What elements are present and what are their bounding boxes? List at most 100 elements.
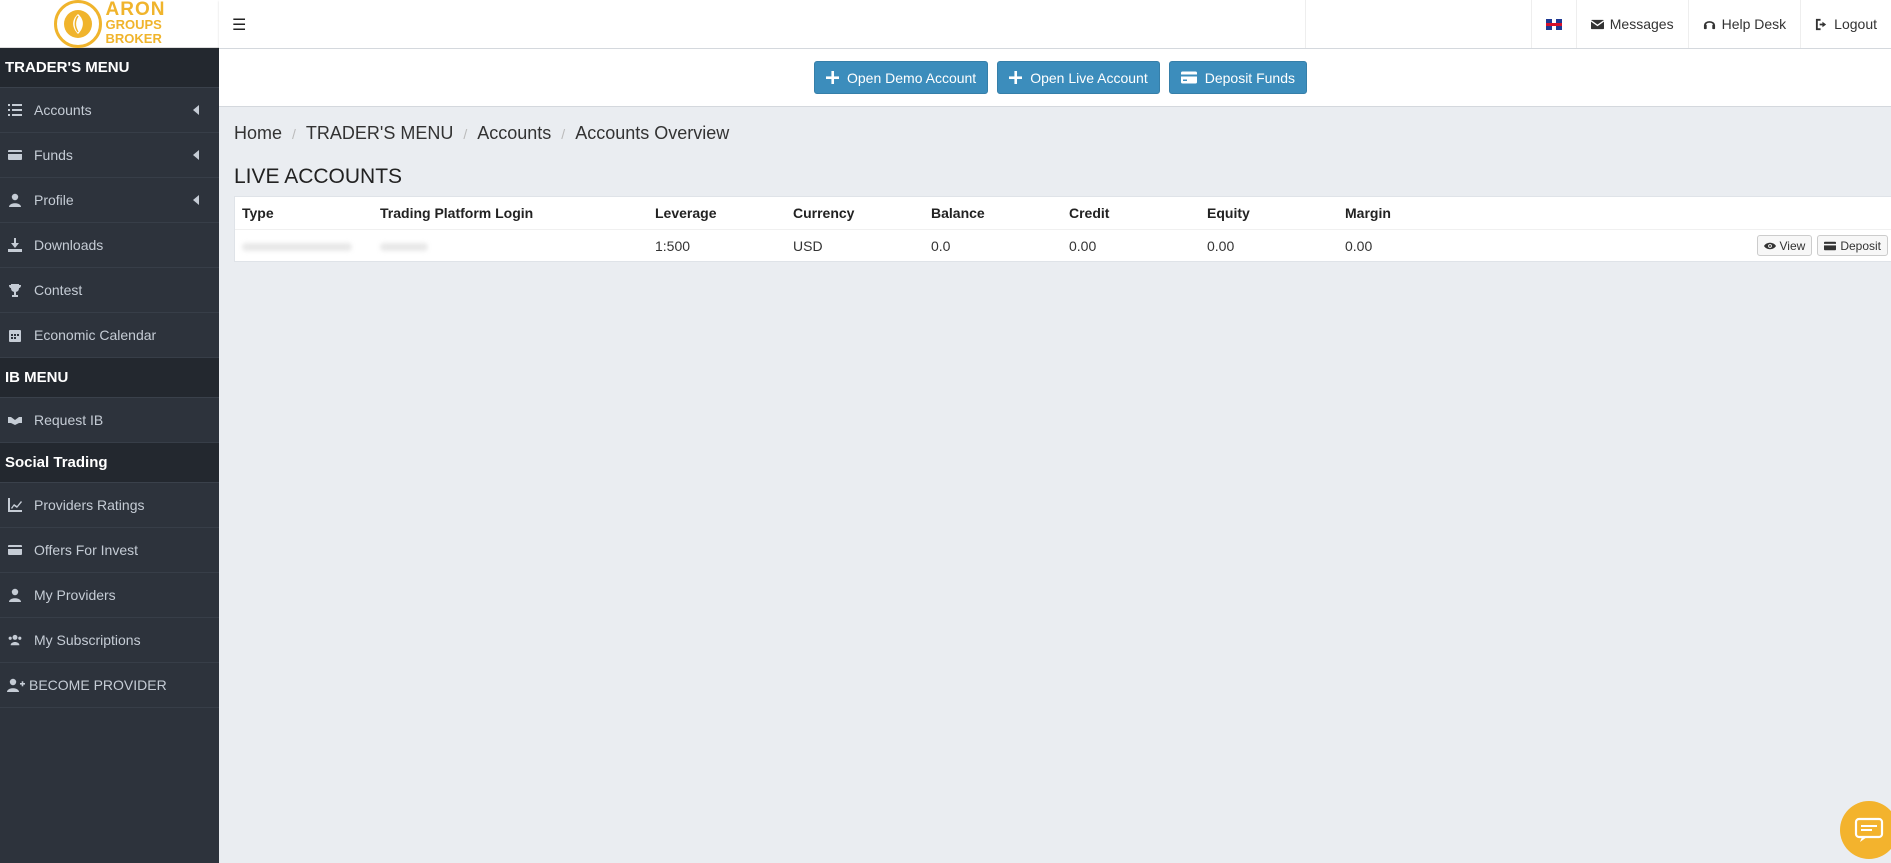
brand-logo[interactable]: ARON GROUPS BROKER bbox=[53, 0, 166, 48]
breadcrumb-separator: / bbox=[463, 125, 468, 142]
column-header-balance: Balance bbox=[931, 205, 985, 221]
deposit-funds-label: Deposit Funds bbox=[1204, 69, 1295, 86]
sidebar-item-my-providers[interactable]: My Providers bbox=[0, 573, 219, 618]
breadcrumb-separator: / bbox=[561, 125, 566, 142]
plus-icon bbox=[826, 71, 839, 84]
sidebar-item-accounts[interactable]: Accounts bbox=[0, 88, 219, 133]
view-label: View bbox=[1779, 238, 1806, 253]
sidebar-item-become-provider[interactable]: BECOME PROVIDER bbox=[0, 663, 219, 708]
breadcrumb-home[interactable]: Home bbox=[234, 123, 282, 144]
column-header-currency: Currency bbox=[793, 205, 855, 221]
wallet-icon bbox=[7, 543, 23, 557]
headset-icon bbox=[1703, 20, 1715, 29]
sidebar-item-downloads[interactable]: Downloads bbox=[0, 223, 219, 268]
breadcrumb-accounts-overview: Accounts Overview bbox=[575, 123, 730, 143]
credit-card-icon bbox=[1824, 241, 1837, 250]
sign-out-icon bbox=[1816, 18, 1827, 30]
section-ib-menu: IB MENU bbox=[0, 358, 219, 398]
chart-line-icon bbox=[7, 498, 23, 512]
column-header-margin: Margin bbox=[1345, 205, 1391, 221]
column-header-credit: Credit bbox=[1069, 205, 1110, 221]
column-header-type: Type bbox=[242, 205, 274, 221]
list-icon bbox=[7, 103, 23, 117]
cell-balance: 0.0 bbox=[931, 238, 951, 254]
sidebar-item-economic-calendar[interactable]: Economic Calendar bbox=[0, 313, 219, 358]
action-bar: Open Demo Account Open Live Account Depo… bbox=[219, 49, 1891, 107]
uk-flag-icon bbox=[1545, 18, 1562, 30]
top-navbar: ☰ Messages Help Desk Logout bbox=[219, 0, 1891, 49]
open-live-account-button[interactable]: Open Live Account bbox=[997, 61, 1160, 94]
cell-type-redacted bbox=[235, 238, 373, 254]
table-header: Type Trading Platform Login Leverage Cur… bbox=[235, 197, 1891, 230]
user-icon bbox=[7, 588, 23, 602]
cell-currency: USD bbox=[793, 238, 823, 254]
chevron-left-icon bbox=[193, 105, 199, 115]
brand-line-2: GROUPS bbox=[105, 17, 162, 32]
sidebar-item-label: Economic Calendar bbox=[34, 327, 157, 343]
logout-label: Logout bbox=[1834, 16, 1877, 32]
logo-emblem-icon bbox=[53, 0, 102, 48]
deposit-label: Deposit bbox=[1840, 238, 1881, 253]
messages-link[interactable]: Messages bbox=[1575, 0, 1688, 48]
sidebar-item-label: Contest bbox=[34, 282, 83, 298]
calendar-icon bbox=[7, 328, 23, 342]
brand-line-1: ARON bbox=[105, 0, 166, 20]
open-demo-account-button[interactable]: Open Demo Account bbox=[814, 61, 989, 94]
page-title: LIVE ACCOUNTS bbox=[234, 165, 403, 188]
trophy-icon bbox=[7, 283, 23, 297]
chevron-left-icon bbox=[193, 195, 199, 205]
download-icon bbox=[7, 238, 23, 252]
column-header-login: Trading Platform Login bbox=[380, 205, 534, 221]
chat-widget-button[interactable] bbox=[1840, 801, 1891, 859]
breadcrumb: Home / TRADER'S MENU / Accounts / Accoun… bbox=[234, 123, 729, 144]
messages-label: Messages bbox=[1609, 16, 1674, 32]
live-accounts-table: Type Trading Platform Login Leverage Cur… bbox=[234, 196, 1891, 262]
sidebar-item-providers-ratings[interactable]: Providers Ratings bbox=[0, 483, 219, 528]
sidebar-item-offers-for-invest[interactable]: Offers For Invest bbox=[0, 528, 219, 573]
breadcrumb-separator: / bbox=[292, 125, 296, 142]
column-header-leverage: Leverage bbox=[655, 205, 717, 221]
breadcrumb-traders-menu[interactable]: TRADER'S MENU bbox=[306, 123, 453, 144]
sidebar-item-contest[interactable]: Contest bbox=[0, 268, 219, 313]
sidebar-item-label: My Subscriptions bbox=[34, 632, 141, 648]
handshake-icon bbox=[7, 413, 23, 427]
view-account-button[interactable]: View bbox=[1756, 235, 1813, 256]
users-icon bbox=[7, 633, 23, 647]
hamburger-menu-icon[interactable]: ☰ bbox=[232, 15, 246, 35]
brand-line-3: BROKER bbox=[105, 31, 162, 46]
language-selector[interactable] bbox=[1530, 0, 1576, 48]
logo-area: ARON GROUPS BROKER bbox=[0, 0, 219, 48]
table-row: 1:500 USD 0.0 0.00 0.00 0.00 View Deposi… bbox=[235, 230, 1891, 262]
open-live-account-label: Open Live Account bbox=[1030, 69, 1148, 86]
chevron-left-icon bbox=[193, 150, 199, 160]
deposit-account-button[interactable]: Deposit bbox=[1817, 235, 1888, 256]
sidebar-item-funds[interactable]: Funds bbox=[0, 133, 219, 178]
cell-credit: 0.00 bbox=[1069, 238, 1097, 254]
navbar-blank-area bbox=[1304, 0, 1531, 48]
sidebar-item-label: BECOME PROVIDER bbox=[29, 677, 167, 693]
sidebar-item-label: Downloads bbox=[34, 237, 104, 253]
envelope-icon bbox=[1590, 19, 1604, 29]
cell-equity: 0.00 bbox=[1207, 238, 1235, 254]
breadcrumb-accounts[interactable]: Accounts bbox=[477, 123, 551, 144]
sidebar-item-label: Providers Ratings bbox=[34, 497, 145, 513]
credit-card-icon bbox=[1180, 71, 1197, 84]
eye-icon bbox=[1763, 242, 1776, 249]
cell-login-redacted bbox=[373, 238, 648, 254]
deposit-funds-button[interactable]: Deposit Funds bbox=[1168, 61, 1307, 94]
open-demo-account-label: Open Demo Account bbox=[847, 69, 977, 86]
sidebar-item-label: Accounts bbox=[34, 102, 92, 118]
help-desk-label: Help Desk bbox=[1721, 16, 1787, 32]
sidebar-item-my-subscriptions[interactable]: My Subscriptions bbox=[0, 618, 219, 663]
logout-link[interactable]: Logout bbox=[1800, 0, 1891, 48]
sidebar-item-label: Request IB bbox=[34, 412, 104, 428]
chat-icon bbox=[1854, 817, 1884, 842]
sidebar-item-request-ib[interactable]: Request IB bbox=[0, 398, 219, 443]
sidebar: ARON GROUPS BROKER TRADER'S MENU Account… bbox=[0, 0, 219, 863]
section-social-trading: Social Trading bbox=[0, 443, 219, 483]
sidebar-item-label: Offers For Invest bbox=[34, 542, 138, 558]
cell-margin: 0.00 bbox=[1345, 238, 1373, 254]
wallet-icon bbox=[7, 148, 23, 162]
sidebar-item-profile[interactable]: Profile bbox=[0, 178, 219, 223]
help-desk-link[interactable]: Help Desk bbox=[1687, 0, 1801, 48]
